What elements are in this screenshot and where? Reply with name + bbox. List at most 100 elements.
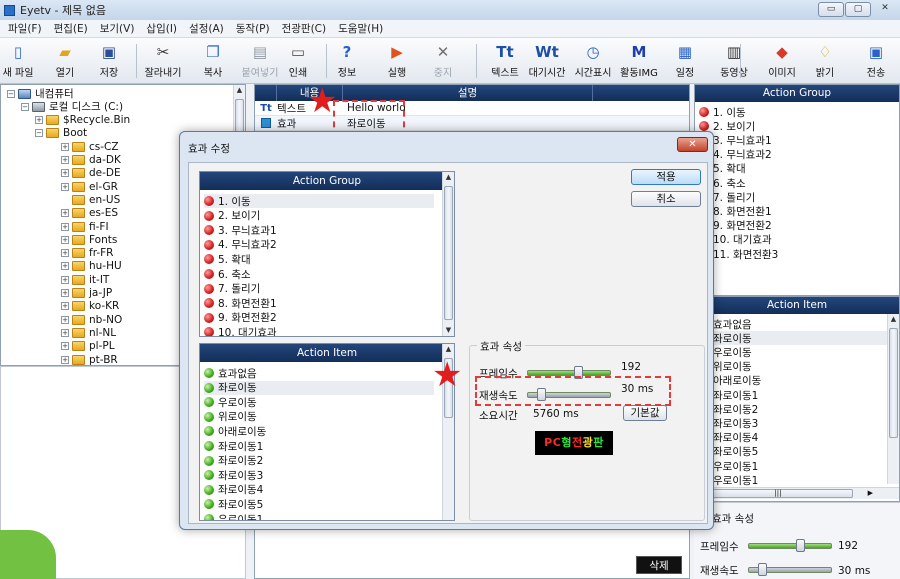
close-button[interactable]: ✕: [872, 2, 898, 17]
list-item[interactable]: 좌로이동1: [204, 439, 263, 453]
list-item[interactable]: 아래로이동: [204, 424, 266, 438]
list-item[interactable]: 9. 화면전환2: [204, 311, 277, 325]
default-button[interactable]: 기본값: [623, 405, 667, 421]
scroll-thumb[interactable]: [444, 186, 453, 320]
scroll-right-icon[interactable]: ▶: [868, 488, 873, 499]
dialog-action-group-list[interactable]: Action Group 1. 이동 2. 보이기 3. 무늬효과1 4. 무늬효과2…: [199, 171, 455, 337]
tree-item[interactable]: + da-DK: [61, 154, 121, 167]
hscroll-thumb[interactable]: |||: [703, 489, 853, 498]
expand-icon[interactable]: +: [61, 289, 69, 297]
dialog-action-item-list[interactable]: Action Item 효과없음 좌로이동 우로이동 위로이동 아래로이동 좌로이동1 좌로…: [199, 343, 455, 521]
cancel-button[interactable]: 취소: [631, 191, 701, 207]
expand-icon[interactable]: +: [61, 342, 69, 351]
list-item[interactable]: 8. 화면전환1: [204, 296, 277, 310]
tree-item[interactable]: + pt-BR: [61, 353, 118, 365]
list-item[interactable]: 7. 돌리기: [204, 282, 260, 296]
expand-icon[interactable]: −: [35, 129, 43, 138]
tree-item[interactable]: + it-IT: [61, 273, 109, 286]
toolbar-button-16[interactable]: ◆ 이미지: [762, 39, 802, 83]
toolbar-button-17[interactable]: ♢ 밝기: [810, 39, 840, 83]
tree-item[interactable]: − Boot: [35, 127, 87, 140]
tree-item[interactable]: − 로컬 디스크 (C:): [21, 100, 123, 113]
tree-item[interactable]: + fi-FI: [61, 220, 109, 233]
list-item[interactable]: 좌로이동2: [204, 454, 263, 468]
toolbar-button-9[interactable]: ✕ 중지: [426, 39, 460, 83]
tree-item[interactable]: + pl-PL: [61, 340, 115, 353]
menu-item[interactable]: 삽입(I): [140, 21, 183, 36]
list-item[interactable]: 좌로이동: [699, 331, 899, 346]
toolbar-button-12[interactable]: ◷ 시간표시: [570, 39, 616, 83]
expand-icon[interactable]: +: [61, 182, 69, 191]
expand-icon[interactable]: +: [61, 302, 69, 311]
delete-button[interactable]: 삭제: [636, 556, 682, 574]
dialog-close-icon[interactable]: ✕: [677, 137, 708, 152]
expand-icon[interactable]: +: [61, 328, 69, 337]
right-action-group-list[interactable]: Action Group 1. 이동 2. 보이기 3. 무늬효과1 4. 무늬효과2…: [694, 84, 900, 296]
scroll-up-icon[interactable]: ▲: [443, 344, 454, 355]
expand-icon[interactable]: +: [61, 275, 69, 284]
tree-item[interactable]: + fr-FR: [61, 247, 113, 260]
tree-item[interactable]: + ko-KR: [61, 300, 119, 313]
menu-item[interactable]: 동작(P): [230, 21, 276, 36]
scroll-down-icon[interactable]: ▼: [443, 325, 454, 336]
grid-header-desc[interactable]: 설명: [343, 85, 593, 101]
list-item[interactable]: 4. 무늬효과2: [204, 238, 277, 252]
expand-icon[interactable]: +: [61, 355, 69, 364]
tree-item[interactable]: + cs-CZ: [61, 140, 119, 153]
scroll-up-icon[interactable]: ▲: [888, 314, 899, 325]
tree-item[interactable]: + hu-HU: [61, 260, 122, 273]
scroll-thumb[interactable]: [889, 328, 898, 438]
expand-icon[interactable]: +: [61, 222, 69, 231]
expand-icon[interactable]: +: [61, 209, 69, 218]
expand-icon[interactable]: +: [61, 142, 69, 151]
toolbar-button-14[interactable]: ▦ 일정: [668, 39, 702, 83]
list-item[interactable]: 우로이동1: [204, 512, 263, 520]
toolbar-button-18[interactable]: ▣ 전송: [856, 39, 896, 83]
tree-item[interactable]: + el-GR: [61, 180, 118, 193]
list-item[interactable]: 효과없음: [204, 366, 257, 380]
toolbar-button-0[interactable]: ▯ 새 파일: [0, 39, 36, 83]
tree-item[interactable]: + nb-NO: [61, 313, 122, 326]
right-frames-slider[interactable]: [748, 543, 832, 549]
scroll-up-icon[interactable]: ▲: [234, 85, 245, 96]
list-item[interactable]: 1. 이동: [204, 194, 434, 208]
list-item[interactable]: 1. 이동: [699, 105, 746, 119]
right-speed-slider-thumb[interactable]: [758, 563, 767, 576]
menu-item[interactable]: 설정(A): [183, 21, 230, 36]
right-item-scrollbar[interactable]: ▲: [887, 314, 899, 484]
expand-icon[interactable]: +: [61, 156, 69, 164]
toolbar-button-13[interactable]: M 활동IMG: [616, 39, 662, 83]
tree-item[interactable]: − 내컴퓨터: [7, 87, 74, 100]
scroll-up-icon[interactable]: ▲: [443, 172, 454, 183]
menu-item[interactable]: 도움말(H): [332, 21, 389, 36]
toolbar-button-3[interactable]: ✂ 잘라내기: [140, 39, 186, 83]
list-item[interactable]: 좌로이동3: [204, 468, 263, 482]
list-item[interactable]: 6. 축소: [204, 267, 251, 281]
expand-icon[interactable]: +: [61, 262, 69, 271]
menu-item[interactable]: 전광판(C): [276, 21, 333, 36]
right-item-hscrollbar[interactable]: ||| ▶: [695, 487, 899, 499]
tree-item[interactable]: + Fonts: [61, 233, 117, 246]
maximize-button[interactable]: ▢: [845, 2, 871, 17]
apply-button[interactable]: 적용: [631, 169, 701, 185]
expand-icon[interactable]: +: [35, 116, 43, 125]
list-item[interactable]: 10. 대기효과: [204, 325, 277, 336]
menu-item[interactable]: 보기(V): [94, 21, 141, 36]
tree-item[interactable]: en-US: [61, 193, 120, 206]
list-item[interactable]: 좌로이동5: [204, 497, 263, 511]
tree-item[interactable]: + $Recycle.Bin: [35, 114, 130, 127]
toolbar-button-4[interactable]: ❐ 복사: [196, 39, 230, 83]
expand-icon[interactable]: −: [21, 102, 29, 111]
minimize-button[interactable]: ▭: [818, 2, 844, 17]
menu-item[interactable]: 파일(F): [2, 21, 48, 36]
toolbar-button-7[interactable]: ? 정보: [330, 39, 364, 83]
toolbar-button-15[interactable]: ▥ 동영상: [710, 39, 758, 83]
right-action-item-list[interactable]: Action Item 효과없음 좌로이동 우로이동 위로이동 아래로이동 좌로이동1 좌로…: [694, 296, 900, 502]
toolbar-button-2[interactable]: ▣ 저장: [92, 39, 126, 83]
toolbar-button-5[interactable]: ▤ 붙여넣기: [236, 39, 284, 83]
list-item[interactable]: 2. 보이기: [204, 209, 260, 223]
toolbar-button-6[interactable]: ▭ 인쇄: [281, 39, 315, 83]
expand-icon[interactable]: −: [7, 89, 15, 98]
dialog-group-scrollbar[interactable]: ▲ ▼: [442, 172, 454, 336]
expand-icon[interactable]: +: [61, 249, 69, 258]
